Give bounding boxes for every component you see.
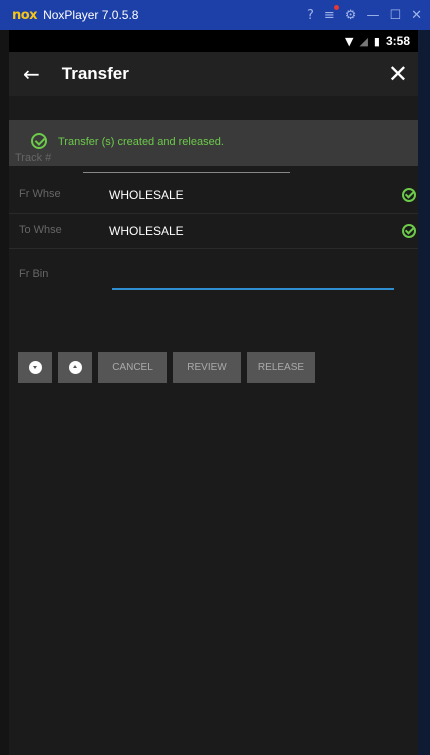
help-icon[interactable]: ? <box>307 8 314 23</box>
emulator-sidebar <box>418 30 430 755</box>
to-whse-value: WHOLESALE <box>109 224 184 238</box>
minimize-icon[interactable]: — <box>366 8 379 23</box>
signal-off-icon: ◢ <box>359 34 368 48</box>
divider <box>9 213 418 214</box>
app-bar: ← Transfer ✕ <box>9 52 418 96</box>
android-status-bar: ▼ ◢ ▮ 3:58 <box>9 30 418 52</box>
action-button-row: CANCEL REVIEW RELEASE <box>18 352 315 383</box>
cancel-button[interactable]: CANCEL <box>98 352 167 383</box>
success-message: Transfer (s) created and released. <box>58 136 224 148</box>
track-input[interactable] <box>83 172 290 173</box>
to-whse-label: To Whse <box>19 224 62 236</box>
fr-bin-label: Fr Bin <box>19 268 49 280</box>
settings-icon[interactable]: ⚙ <box>345 8 357 23</box>
track-label: Track # <box>15 152 52 164</box>
window-controls: ? ≡ ⚙ — ☐ ✕ <box>307 0 422 30</box>
fr-whse-value: WHOLESALE <box>109 188 184 202</box>
check-circle-icon <box>31 133 47 149</box>
close-icon[interactable]: ✕ <box>388 60 408 88</box>
chevron-up-icon <box>68 361 82 374</box>
back-arrow-icon[interactable]: ← <box>23 62 40 86</box>
battery-icon: ▮ <box>373 34 380 48</box>
nox-logo: nox <box>12 7 38 23</box>
fr-whse-label: Fr Whse <box>19 188 61 200</box>
page-title: Transfer <box>61 64 129 83</box>
window-title-bar: nox NoxPlayer 7.0.5.8 ? ≡ ⚙ — ☐ ✕ <box>0 0 430 30</box>
review-button[interactable]: REVIEW <box>173 352 241 383</box>
divider <box>9 248 418 249</box>
phone-screen: ▼ ◢ ▮ 3:58 ← Transfer ✕ Transfer (s) cre… <box>9 30 418 755</box>
window-title: NoxPlayer 7.0.5.8 <box>43 8 139 22</box>
release-button[interactable]: RELEASE <box>247 352 315 383</box>
scroll-up-button[interactable] <box>58 352 92 383</box>
success-banner: Transfer (s) created and released. <box>9 120 418 166</box>
notification-dot <box>333 4 339 10</box>
menu-icon[interactable]: ≡ <box>324 4 339 23</box>
fr-bin-input[interactable] <box>112 260 394 290</box>
maximize-icon[interactable]: ☐ <box>389 8 401 23</box>
chevron-down-icon <box>28 361 42 374</box>
emulator-left-edge <box>0 30 9 755</box>
wifi-icon: ▼ <box>344 34 354 48</box>
close-window-icon[interactable]: ✕ <box>411 8 422 23</box>
status-time: 3:58 <box>385 34 410 48</box>
check-circle-icon <box>402 224 416 238</box>
check-circle-icon <box>402 188 416 202</box>
scroll-down-button[interactable] <box>18 352 52 383</box>
